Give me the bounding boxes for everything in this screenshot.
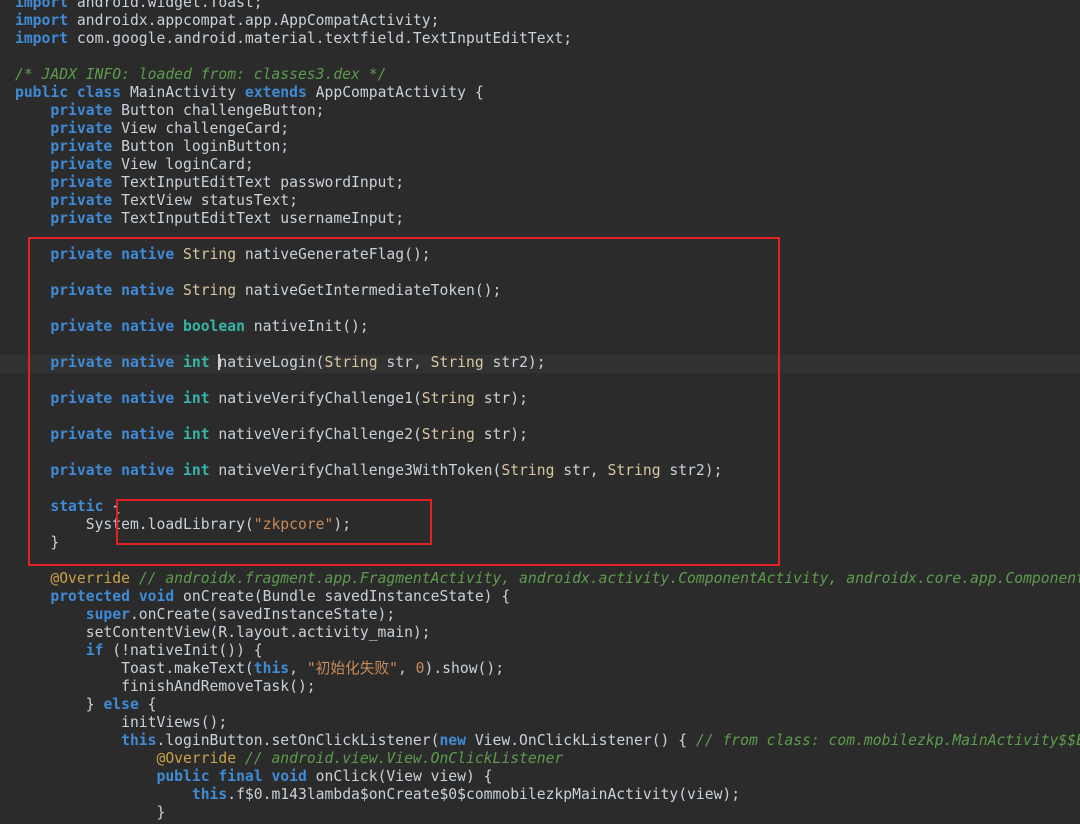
code-line[interactable]: ​	[15, 228, 1080, 246]
code-line[interactable]: private native int nativeVerifyChallenge…	[15, 426, 1080, 444]
code-line[interactable]: this.loginButton.setOnClickListener(new …	[15, 732, 1080, 750]
code-line[interactable]: private View loginCard;	[15, 156, 1080, 174]
code-line[interactable]: ​	[15, 444, 1080, 462]
code-line[interactable]: ​	[15, 264, 1080, 282]
code-line[interactable]: private TextInputEditText passwordInput;	[15, 174, 1080, 192]
code-line[interactable]: finishAndRemoveTask();	[15, 678, 1080, 696]
code-line[interactable]: } else {	[15, 696, 1080, 714]
code-line[interactable]: private native String nativeGetIntermedi…	[15, 282, 1080, 300]
code-line[interactable]: setContentView(R.layout.activity_main);	[15, 624, 1080, 642]
text-caret	[218, 354, 221, 370]
code-line[interactable]: protected void onCreate(Bundle savedInst…	[15, 588, 1080, 606]
code-line[interactable]: if (!nativeInit()) {	[15, 642, 1080, 660]
code-line[interactable]: initViews();	[15, 714, 1080, 732]
code-line[interactable]: super.onCreate(savedInstanceState);	[15, 606, 1080, 624]
code-line[interactable]: @Override // androidx.fragment.app.Fragm…	[15, 570, 1080, 588]
code-line[interactable]: ​	[15, 480, 1080, 498]
code-line[interactable]: /* JADX INFO: loaded from: classes3.dex …	[15, 66, 1080, 84]
code-line[interactable]: System.loadLibrary("zkpcore");	[15, 516, 1080, 534]
code-area[interactable]: import android.widget.Toast; import andro…	[15, 0, 1080, 822]
code-line[interactable]: private Button challengeButton;	[15, 102, 1080, 120]
code-line[interactable]: private Button loginButton;	[15, 138, 1080, 156]
code-line[interactable]: }	[15, 534, 1080, 552]
code-editor[interactable]: import android.widget.Toast; import andro…	[0, 0, 1080, 824]
code-line[interactable]: private native int nativeVerifyChallenge…	[15, 390, 1080, 408]
code-line[interactable]: public class MainActivity extends AppCom…	[15, 84, 1080, 102]
code-line[interactable]: import androidx.appcompat.app.AppCompatA…	[15, 12, 1080, 30]
code-line[interactable]: import com.google.android.material.textf…	[15, 30, 1080, 48]
code-line[interactable]: static {	[15, 498, 1080, 516]
code-line[interactable]: ​	[15, 300, 1080, 318]
code-line[interactable]: this.f$0.m143lambda$onCreate$0$commobile…	[15, 786, 1080, 804]
code-line[interactable]: ​	[15, 336, 1080, 354]
code-line[interactable]: private native int nativeLogin(String st…	[15, 354, 1080, 372]
code-line[interactable]: ​	[15, 372, 1080, 390]
code-line[interactable]: Toast.makeText(this, "初始化失败", 0).show();	[15, 660, 1080, 678]
code-line[interactable]: public final void onClick(View view) {	[15, 768, 1080, 786]
code-line[interactable]: private native int nativeVerifyChallenge…	[15, 462, 1080, 480]
code-line[interactable]: private View challengeCard;	[15, 120, 1080, 138]
code-line[interactable]: ​	[15, 408, 1080, 426]
code-line[interactable]: private TextInputEditText usernameInput;	[15, 210, 1080, 228]
code-line[interactable]: @Override // android.view.View.OnClickLi…	[15, 750, 1080, 768]
code-line[interactable]: ​	[15, 48, 1080, 66]
code-line[interactable]: private native boolean nativeInit();	[15, 318, 1080, 336]
code-line[interactable]: private native String nativeGenerateFlag…	[15, 246, 1080, 264]
code-line[interactable]: private TextView statusText;	[15, 192, 1080, 210]
code-line[interactable]: }	[15, 804, 1080, 822]
code-line[interactable]: import android.widget.Toast;	[15, 0, 1080, 12]
code-line[interactable]: ​	[15, 552, 1080, 570]
